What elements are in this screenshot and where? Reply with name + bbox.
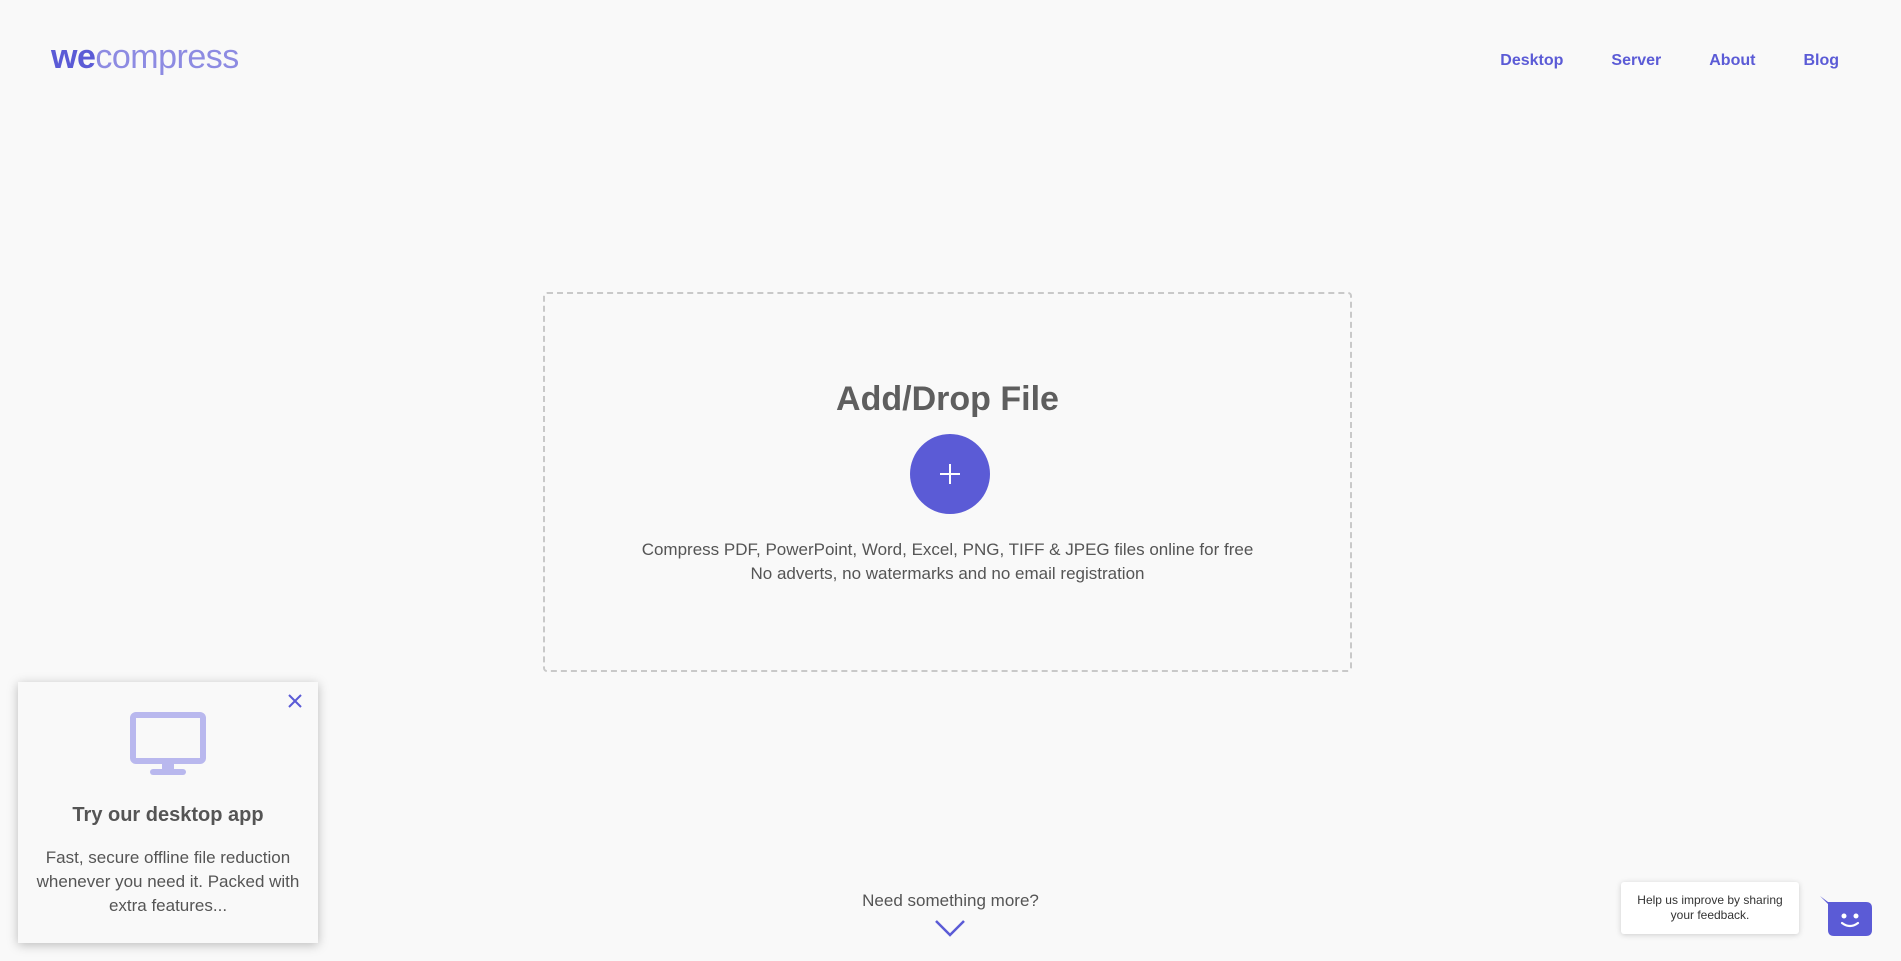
desktop-app-popup: Try our desktop app Fast, secure offline…: [18, 682, 318, 943]
chevron-down-icon[interactable]: [934, 918, 966, 938]
monitor-icon: [130, 712, 206, 775]
top-nav: Desktop Server About Blog: [1500, 52, 1839, 70]
popup-description: Fast, secure offline file reduction when…: [36, 848, 300, 915]
feedback-prompt[interactable]: Help us improve by sharing your feedback…: [1621, 882, 1799, 934]
nav-link-blog[interactable]: Blog: [1803, 52, 1839, 70]
chat-face-icon[interactable]: [1820, 896, 1872, 936]
file-drop-zone[interactable]: Add/Drop File Compress PDF, PowerPoint, …: [543, 292, 1352, 672]
popup-title: Try our desktop app: [72, 804, 264, 826]
logo-bold-text: we: [51, 38, 96, 76]
no-adverts-text: No adverts, no watermarks and no email r…: [750, 564, 1145, 583]
page: wecompress Desktop Server About Blog Add…: [0, 0, 1901, 961]
plus-icon: [940, 464, 960, 484]
logo-light-text: compress: [95, 38, 239, 76]
close-icon[interactable]: [288, 694, 302, 708]
drop-zone-title: Add/Drop File: [836, 380, 1059, 418]
logo[interactable]: wecompress: [51, 40, 239, 74]
add-file-button[interactable]: [910, 434, 990, 514]
nav-link-server[interactable]: Server: [1611, 52, 1661, 70]
supported-formats-text: Compress PDF, PowerPoint, Word, Excel, P…: [641, 540, 1254, 559]
nav-link-desktop[interactable]: Desktop: [1500, 52, 1563, 70]
nav-link-about[interactable]: About: [1709, 52, 1755, 70]
